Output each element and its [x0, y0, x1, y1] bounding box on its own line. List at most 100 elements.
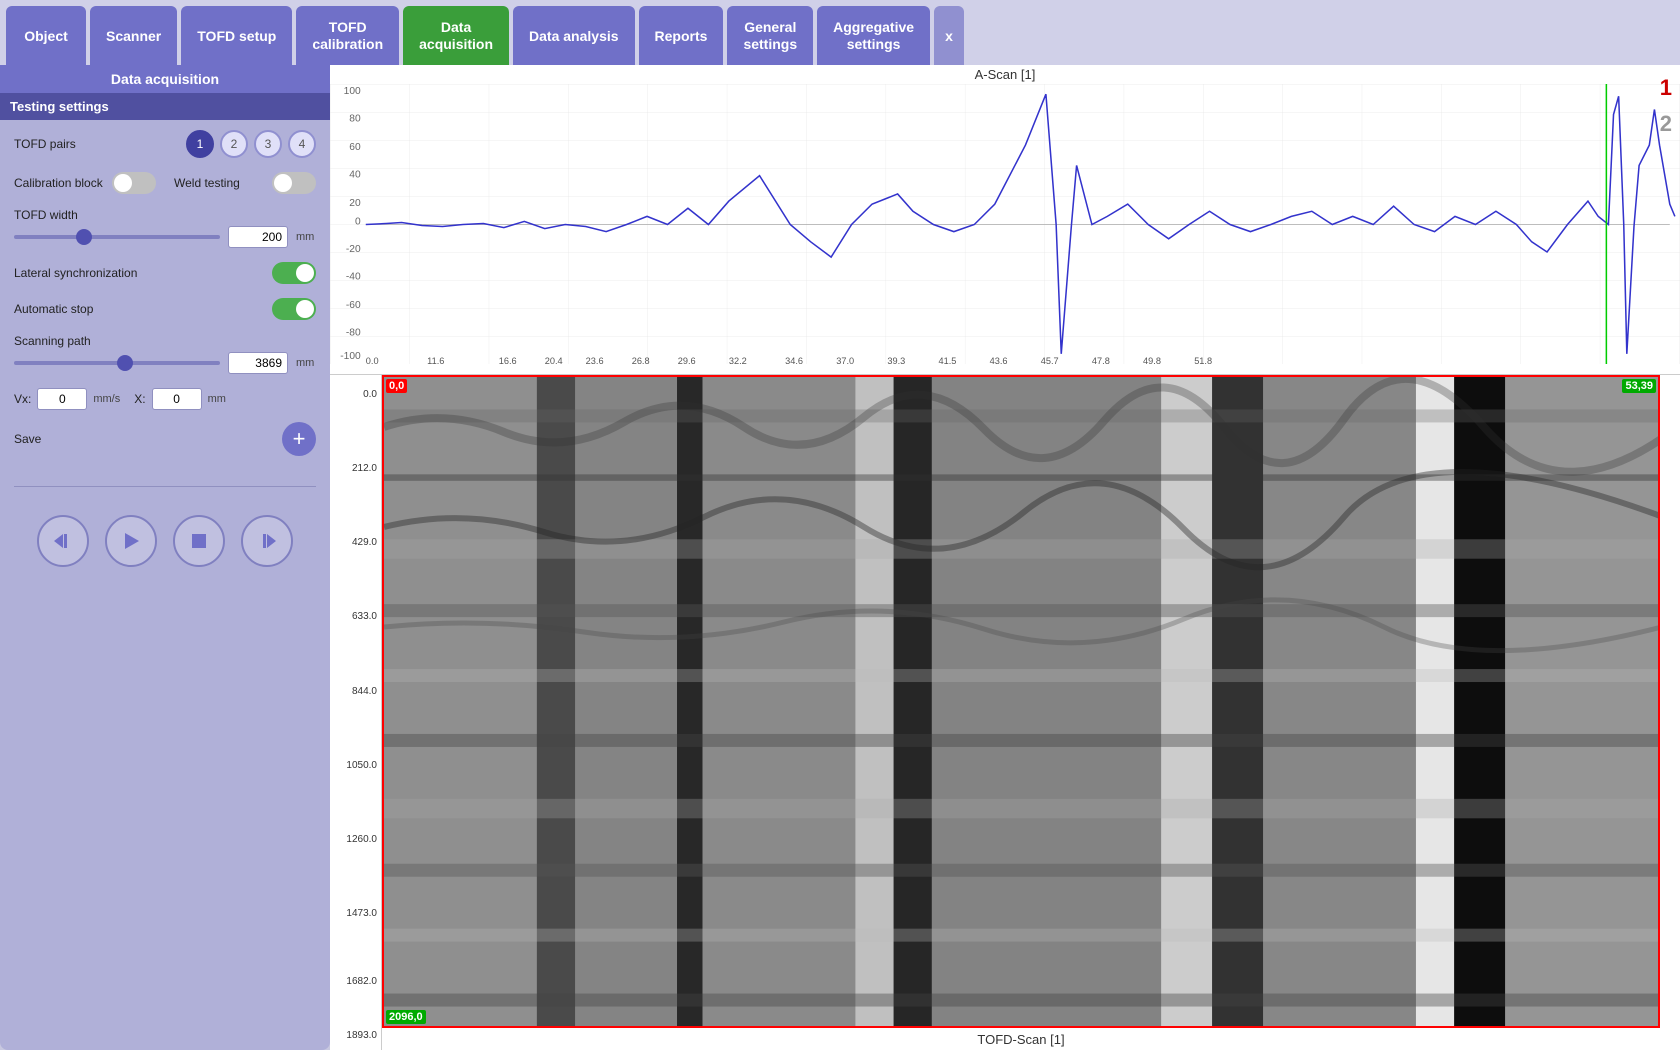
scanning-path-label: Scanning path — [14, 334, 316, 348]
y-label-1893: 1893.0 — [330, 1030, 381, 1041]
tofd-width-slider-row: mm — [14, 226, 316, 248]
tofd-width-unit: mm — [296, 231, 316, 243]
coord-bottom-left: 2096,0 — [386, 1010, 426, 1024]
tofd-width-slider-container — [14, 235, 220, 239]
lateral-sync-label: Lateral synchronization — [14, 266, 264, 280]
main-content: Data acquisition Testing settings TOFD p… — [0, 65, 1680, 1050]
scanning-path-input[interactable] — [228, 352, 288, 374]
pair-circle-1[interactable]: 1 — [186, 130, 214, 158]
tofd-image-area: 0,0 53,39 2096,0 — [382, 375, 1660, 1028]
pair-circle-4[interactable]: 4 — [288, 130, 316, 158]
play-icon — [120, 530, 142, 552]
side-label-2[interactable]: 2 — [1660, 111, 1672, 137]
nav-general-settings[interactable]: General settings — [727, 6, 813, 65]
tofd-pairs-label: TOFD pairs — [14, 137, 178, 151]
auto-stop-toggle[interactable] — [272, 298, 316, 320]
tofd-y-axis: 0.0 212.0 429.0 633.0 844.0 1050.0 1260.… — [330, 375, 382, 1050]
svg-text:39.3: 39.3 — [887, 356, 905, 364]
coord-top-left: 0,0 — [386, 379, 407, 393]
stop-button[interactable] — [173, 515, 225, 567]
playback-controls — [0, 495, 330, 587]
x-input[interactable] — [152, 388, 202, 410]
calibration-block-toggle[interactable] — [112, 172, 156, 194]
weld-toggle-knob — [274, 174, 292, 192]
scanning-path-track — [14, 361, 220, 365]
svg-text:80: 80 — [349, 114, 361, 125]
nav-bar: Object Scanner TOFD setup TOFD calibrati… — [0, 0, 1680, 65]
x-unit: mm — [208, 393, 228, 405]
nav-reports[interactable]: Reports — [639, 6, 724, 65]
tofd-width-label: TOFD width — [14, 208, 316, 222]
left-panel: Data acquisition Testing settings TOFD p… — [0, 65, 330, 1050]
skip-back-icon — [52, 530, 74, 552]
y-label-844: 844.0 — [330, 686, 381, 697]
svg-text:37.0: 37.0 — [836, 356, 854, 364]
pair-circle-3[interactable]: 3 — [254, 130, 282, 158]
svg-text:0: 0 — [355, 217, 361, 228]
svg-text:29.6: 29.6 — [678, 356, 696, 364]
svg-text:-20: -20 — [346, 244, 361, 255]
ascan-title: A-Scan [1] — [330, 65, 1680, 84]
play-button[interactable] — [105, 515, 157, 567]
y-label-212: 212.0 — [330, 463, 381, 474]
y-label-633: 633.0 — [330, 611, 381, 622]
skip-forward-icon — [256, 530, 278, 552]
tofd-width-track — [14, 235, 220, 239]
svg-text:41.5: 41.5 — [939, 356, 957, 364]
nav-aggregative-settings[interactable]: Aggregative settings — [817, 6, 930, 65]
save-label: Save — [14, 432, 282, 446]
divider — [14, 486, 316, 487]
auto-stop-label: Automatic stop — [14, 302, 264, 316]
auto-stop-row: Automatic stop — [14, 298, 316, 320]
svg-text:11.6: 11.6 — [427, 356, 444, 364]
nav-object[interactable]: Object — [6, 6, 86, 65]
left-panel-title: Data acquisition — [0, 65, 330, 93]
scanning-path-slider-container — [14, 361, 220, 365]
svg-text:0.0: 0.0 — [366, 356, 379, 364]
weld-testing-toggle[interactable] — [272, 172, 316, 194]
lateral-sync-toggle[interactable] — [272, 262, 316, 284]
y-label-429: 429.0 — [330, 537, 381, 548]
svg-text:43.6: 43.6 — [990, 356, 1008, 364]
right-panel: 1 2 A-Scan [1] 100 80 60 40 20 — [330, 65, 1680, 1050]
skip-back-button[interactable] — [37, 515, 89, 567]
vx-unit: mm/s — [93, 393, 120, 405]
nav-close[interactable]: x — [934, 6, 964, 65]
pair-circle-2[interactable]: 2 — [220, 130, 248, 158]
nav-data-acquisition[interactable]: Data acquisition — [403, 6, 509, 65]
tofd-section: 0.0 212.0 429.0 633.0 844.0 1050.0 1260.… — [330, 375, 1680, 1050]
nav-data-analysis[interactable]: Data analysis — [513, 6, 635, 65]
svg-text:26.8: 26.8 — [632, 356, 650, 364]
nav-scanner[interactable]: Scanner — [90, 6, 177, 65]
lateral-sync-knob — [296, 264, 314, 282]
svg-text:47.8: 47.8 — [1092, 356, 1110, 364]
calibration-toggle-knob — [114, 174, 132, 192]
svg-text:60: 60 — [349, 142, 361, 153]
svg-text:51.8: 51.8 — [1194, 356, 1212, 364]
skip-forward-button[interactable] — [241, 515, 293, 567]
y-label-1473: 1473.0 — [330, 908, 381, 919]
side-label-1[interactable]: 1 — [1660, 75, 1672, 101]
svg-text:20: 20 — [349, 198, 361, 209]
scanning-path-thumb[interactable] — [117, 355, 133, 371]
x-label: X: — [134, 392, 145, 406]
ascan-container: A-Scan [1] 100 80 60 40 20 0 -20 -40 — [330, 65, 1680, 375]
svg-text:45.7: 45.7 — [1041, 356, 1059, 364]
scanning-path-label-row: Scanning path — [14, 334, 316, 348]
vx-input[interactable] — [37, 388, 87, 410]
nav-tofd-setup[interactable]: TOFD setup — [181, 6, 292, 65]
tofd-width-thumb[interactable] — [76, 229, 92, 245]
tofd-width-input[interactable] — [228, 226, 288, 248]
y-label-1050: 1050.0 — [330, 760, 381, 771]
tofd-width-row: TOFD width — [14, 208, 316, 222]
save-plus-button[interactable]: + — [282, 422, 316, 456]
lateral-sync-row: Lateral synchronization — [14, 262, 316, 284]
svg-text:-100: -100 — [340, 351, 361, 362]
svg-text:32.2: 32.2 — [729, 356, 747, 364]
y-label-1682: 1682.0 — [330, 976, 381, 987]
calibration-block-label: Calibration block — [14, 176, 104, 190]
nav-tofd-calibration[interactable]: TOFD calibration — [296, 6, 399, 65]
vx-x-row: Vx: mm/s X: mm — [14, 388, 316, 410]
svg-text:49.8: 49.8 — [1143, 356, 1161, 364]
svg-text:20.4: 20.4 — [545, 356, 563, 364]
